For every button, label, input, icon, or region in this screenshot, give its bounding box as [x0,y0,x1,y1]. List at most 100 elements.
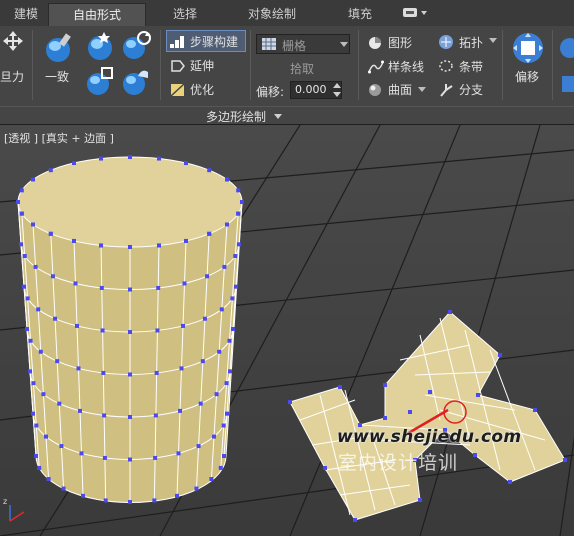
pick-button[interactable]: 拾取 [290,60,314,77]
vertex [205,274,210,279]
vertex [128,155,132,159]
splines-label[interactable]: 样条线 [388,58,424,75]
section-title[interactable]: 多边形绘制 [206,108,266,125]
vertex [78,408,82,413]
topology-icon[interactable] [438,34,454,50]
vertex [214,392,219,397]
vertex [194,486,199,491]
vertex [25,296,30,301]
conform-brush-relax-icon[interactable] [120,66,152,98]
topology-dropdown-icon[interactable] [489,38,497,44]
vertex [200,359,205,364]
vertex [218,465,223,470]
shapes-label[interactable]: 图形 [388,34,412,51]
vertex [224,222,229,227]
clipped-button-label[interactable]: 旦力 [0,68,24,85]
vertex [153,413,158,418]
cylinder-mesh[interactable] [16,155,244,504]
vertex [31,177,36,182]
vertex [563,458,567,462]
vertex [222,454,226,458]
vertex [233,254,238,259]
vertex [79,451,84,456]
vertex [428,390,432,394]
topology-label[interactable]: 拓扑 [459,34,483,51]
vertex [236,188,241,193]
vertex [240,200,244,204]
svg-text:z: z [3,497,7,506]
optimize-icon[interactable] [170,83,186,97]
vertex [31,381,36,386]
vertex [34,423,39,428]
watermark-cn: 室内设计培训 [338,452,459,474]
vertex [175,493,179,498]
perspective-viewport[interactable]: z [透视 ] [真实 + 边面 ] www.shejiedu.com 室内设计… [0,125,574,536]
tab-modeling[interactable]: 建模 [8,3,44,25]
vertex [408,410,412,414]
vertex [156,243,161,248]
vertex [46,477,51,481]
vertex [53,316,58,321]
conform-label: 一致 [45,70,70,84]
vertex [25,327,29,331]
vertex [37,465,42,470]
vertex [383,416,387,420]
vertex [508,480,512,484]
splines-icon[interactable] [368,60,384,74]
vertex [182,281,187,286]
vertex [128,287,132,292]
vertex [75,323,79,328]
conform-brush-scale-icon[interactable] [84,66,116,98]
offset-spinner[interactable] [333,82,341,98]
conform-brush-move-icon[interactable] [84,30,116,62]
vertex [99,156,104,161]
offset-icon[interactable] [512,32,544,64]
vertex [50,274,55,279]
conform-brush-rotate-icon[interactable] [120,30,152,62]
vertex [33,264,38,269]
strips-icon[interactable] [438,59,454,73]
vertex [103,498,108,503]
vertex [59,444,64,449]
section-dropdown-icon[interactable] [274,114,282,120]
clipped-right-icon[interactable] [558,36,574,96]
vertex [209,477,214,481]
conform-brush-icon[interactable] [42,32,74,66]
branches-label[interactable]: 分支 [459,81,483,98]
move-icon[interactable] [2,30,24,52]
tab-selection[interactable]: 选择 [160,3,210,25]
surface-dropdown-icon[interactable] [418,87,426,93]
tab-freeform[interactable]: 自由形式 [48,3,146,26]
vertex [22,284,26,289]
vertex [179,366,184,371]
vertex [19,242,23,247]
surface-icon[interactable] [368,83,382,97]
vertex [34,454,38,458]
vertex [217,349,222,354]
strips-label[interactable]: 条带 [459,58,483,75]
surface-label[interactable]: 曲面 [388,81,412,98]
extend-label[interactable]: 延伸 [190,57,214,74]
h-shape-mesh[interactable] [288,310,567,522]
grid-label: 栅格 [282,39,307,53]
optimize-label[interactable]: 优化 [190,81,214,98]
vertex [184,161,188,166]
shapes-icon[interactable] [368,36,382,50]
viewport-label[interactable]: [透视 ] [真实 + 边面 ] [4,130,114,146]
axis-gizmo-icon: z [3,497,25,522]
vertex [323,466,327,470]
vertex [184,238,188,243]
tab-object-paint[interactable]: 对象绘制 [240,3,304,25]
vertex [473,453,477,457]
grid-line [559,435,574,536]
extend-icon[interactable] [170,59,186,73]
vertex [155,328,160,333]
offset-big-label[interactable]: 偏移 [515,68,539,85]
vertex [225,411,229,416]
branches-icon[interactable] [438,82,454,98]
vertex [228,369,232,374]
vertex [236,211,241,216]
vertex [224,177,229,182]
tab-populate[interactable]: 填充 [340,3,380,25]
dropdown-arrow-icon[interactable] [402,7,428,19]
